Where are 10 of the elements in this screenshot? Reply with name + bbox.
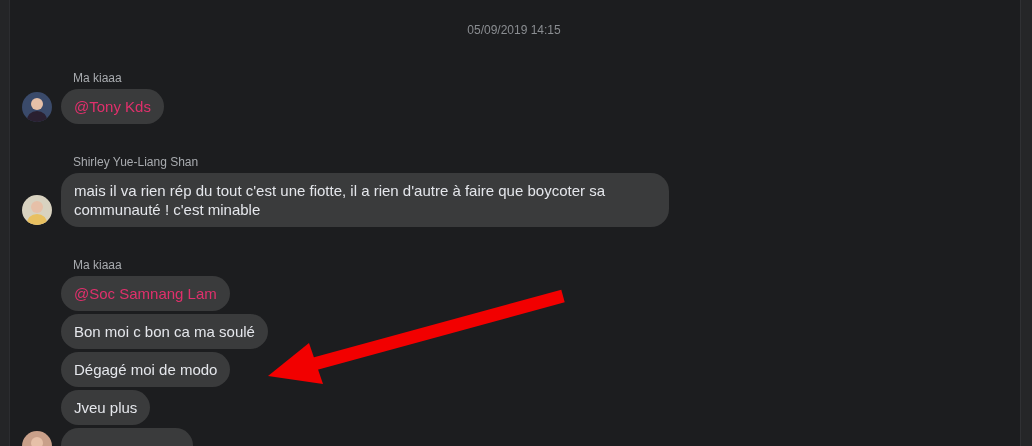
timestamp: 05/09/2019 14:15 [467, 23, 561, 37]
message-bubble: Jveu plus [61, 390, 151, 425]
message-bubble: mais il va rien rép du tout c'est une fiotte, il a rien d'autre à faire que boycoter sa communauté ! c'est minable [61, 173, 669, 227]
message-bubble: Bon moi c bon ca ma soulé [61, 314, 268, 349]
message-bubble: Dégagé moi de modo [61, 352, 231, 387]
sender-name: Ma kiaaa [73, 71, 122, 85]
sender-name: Shirley Yue-Liang Shan [73, 155, 199, 169]
sender-name: Ma kiaaa [73, 258, 122, 272]
mention-message: @Tony Kds [61, 89, 164, 124]
mention-message: @Soc Samnang Lam [61, 276, 230, 311]
